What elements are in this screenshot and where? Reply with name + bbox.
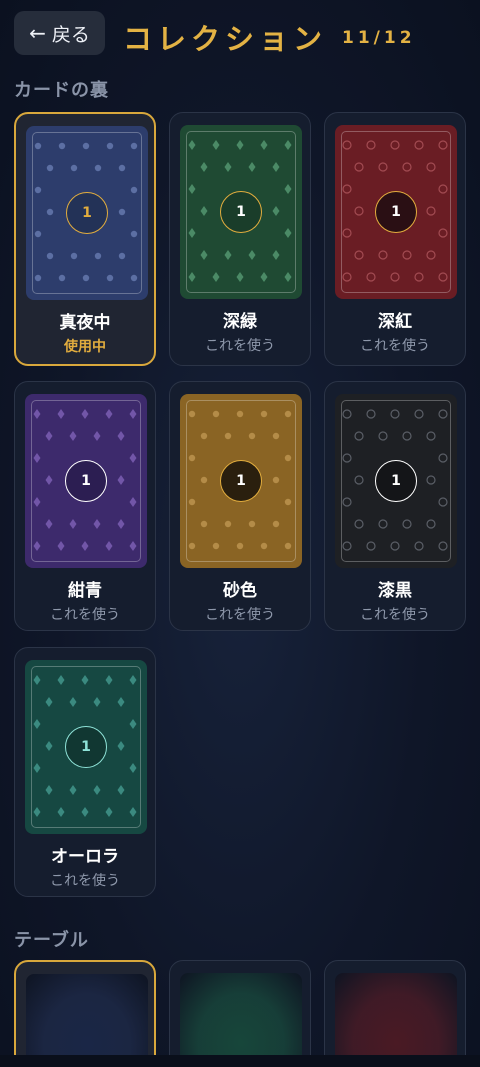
card-back-tile[interactable]: 1 漆黒これを使う (324, 381, 466, 631)
card-back-preview: 1 (26, 126, 148, 300)
card-back-name: オーロラ (51, 847, 119, 867)
card-back-name: 紺青 (68, 581, 102, 601)
table-tile[interactable] (169, 960, 311, 1067)
card-back-preview: 1 (180, 125, 302, 299)
card-medal: 1 (375, 460, 417, 502)
card-back-preview: 1 (25, 660, 147, 834)
card-back-tile[interactable]: 1 深緑これを使う (169, 112, 311, 366)
section-title-card-back: カードの裏 (14, 80, 109, 101)
card-back-name: 深紅 (378, 312, 412, 332)
card-medal: 1 (220, 460, 262, 502)
card-back-preview: 1 (335, 394, 457, 568)
table-tile[interactable] (14, 960, 156, 1067)
card-medal: 1 (375, 191, 417, 233)
card-back-tile[interactable]: 1 砂色これを使う (169, 381, 311, 631)
card-medal: 1 (65, 460, 107, 502)
use-this-button[interactable]: これを使う (170, 335, 310, 355)
card-back-preview: 1 (180, 394, 302, 568)
card-medal: 1 (66, 192, 108, 234)
table-preview (180, 973, 302, 1067)
table-preview (26, 974, 148, 1067)
card-medal: 1 (220, 191, 262, 233)
table-tile[interactable] (324, 960, 466, 1067)
use-this-button[interactable]: これを使う (170, 604, 310, 624)
use-this-button[interactable]: これを使う (15, 604, 155, 624)
bottom-bar (0, 1055, 480, 1067)
page-title: コレクション (123, 22, 328, 56)
in-use-label: 使用中 (64, 339, 106, 355)
collection-counter: 11/12 (342, 28, 416, 48)
card-back-tile[interactable]: 1 オーロラこれを使う (14, 647, 156, 897)
use-this-button[interactable]: これを使う (325, 604, 465, 624)
card-back-name: 砂色 (223, 581, 257, 601)
card-back-name: 漆黒 (378, 581, 412, 601)
back-button-label: 戻る (51, 23, 90, 46)
card-back-preview: 1 (335, 125, 457, 299)
section-title-table: テーブル (14, 930, 89, 951)
card-back-tile[interactable]: 1 紺青これを使う (14, 381, 156, 631)
card-back-tile[interactable]: 1 真夜中使用中 (14, 112, 156, 366)
back-arrow-icon: ← (29, 21, 46, 45)
card-back-tile[interactable]: 1 深紅これを使う (324, 112, 466, 366)
header: ← 戻る コレクション 11/12 (0, 0, 480, 70)
card-back-name: 真夜中 (59, 313, 111, 333)
use-this-button[interactable]: これを使う (15, 870, 155, 890)
card-back-name: 深緑 (223, 312, 257, 332)
back-button[interactable]: ← 戻る (14, 11, 105, 55)
use-this-button[interactable]: これを使う (325, 335, 465, 355)
table-preview (335, 973, 457, 1067)
card-medal: 1 (65, 726, 107, 768)
card-back-preview: 1 (25, 394, 147, 568)
